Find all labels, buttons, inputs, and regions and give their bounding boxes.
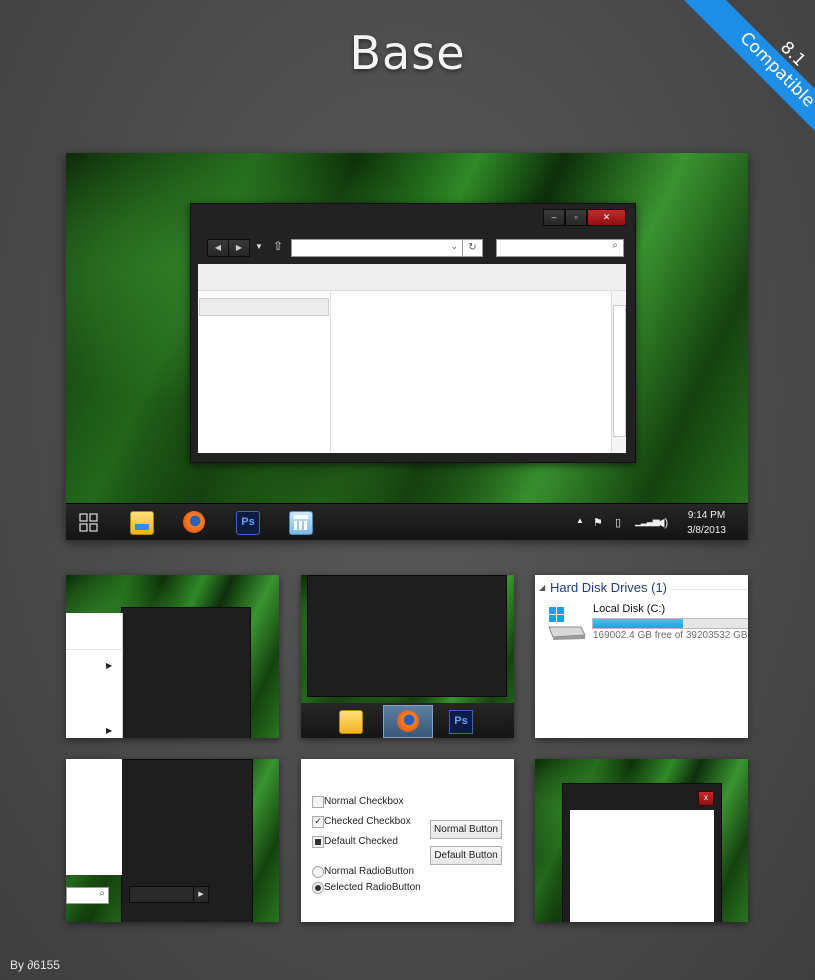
thumb-controls: Normal Checkbox ✓ Checked Checkbox Defau… xyxy=(301,759,514,922)
group-line xyxy=(670,589,748,590)
firefox-icon[interactable] xyxy=(183,511,205,533)
drive-name[interactable]: Local Disk (C:) xyxy=(593,603,665,615)
white-list-pane xyxy=(66,759,122,875)
normal-checkbox-label[interactable]: Normal Checkbox xyxy=(324,796,403,807)
power-icon[interactable]: ▯ xyxy=(615,516,621,529)
normal-radiobutton-label[interactable]: Normal RadioButton xyxy=(324,866,414,877)
search-icon: ⌕ xyxy=(99,888,105,899)
photoshop-icon[interactable]: Ps xyxy=(449,710,473,734)
maximize-button[interactable]: ▫ xyxy=(565,209,587,226)
drive-icon xyxy=(547,605,587,641)
search-box[interactable]: ⌕ xyxy=(66,887,109,904)
firefox-button-hover[interactable] xyxy=(383,705,433,738)
scrollbar-thumb[interactable] xyxy=(613,305,626,437)
normal-button[interactable]: Normal Button xyxy=(430,820,502,839)
up-icon[interactable]: ⇧ xyxy=(273,239,283,253)
explorer-window[interactable]: – ▫ ✕ ◀ ▶ ▼ ⇧ ⌄ ↻ ⌕ xyxy=(190,203,636,463)
default-button[interactable]: Default Button xyxy=(430,846,502,865)
small-window[interactable]: x xyxy=(562,783,722,922)
clock[interactable]: 9:14 PM 3/8/2013 xyxy=(687,508,726,538)
address-dropdown-icon[interactable]: ⌄ xyxy=(450,241,458,252)
normal-checkbox[interactable] xyxy=(312,796,324,808)
folder-icon[interactable] xyxy=(339,710,363,734)
page-title: Base xyxy=(349,26,466,80)
normal-radiobutton[interactable] xyxy=(312,866,324,878)
refresh-button[interactable]: ↻ xyxy=(462,239,483,257)
vertical-scrollbar[interactable] xyxy=(611,291,626,453)
group-title: Hard Disk Drives (1) xyxy=(550,580,668,595)
thumb-hard-disk: ◢ Hard Disk Drives (1) Local Disk (C:) 1… xyxy=(535,575,748,738)
small-window-content xyxy=(570,810,714,922)
folder-icon[interactable] xyxy=(130,511,154,535)
start-icon[interactable] xyxy=(79,513,99,533)
search-input[interactable]: ⌕ xyxy=(496,239,624,257)
arrow-right-icon: ▶ xyxy=(193,887,208,902)
thumb-taskbar-bar: Ps xyxy=(301,703,514,738)
dark-dropdown[interactable]: ▶ xyxy=(129,886,209,903)
action-center-flag-icon[interactable]: ⚑ xyxy=(593,516,603,529)
byline-prefix: By xyxy=(10,958,28,972)
submenu-arrow-icon[interactable]: ▶ xyxy=(106,726,112,735)
submenu-arrow-icon[interactable]: ▶ xyxy=(106,661,112,670)
checked-checkbox[interactable]: ✓ xyxy=(312,816,324,828)
nav-selected-item[interactable] xyxy=(199,298,329,316)
group-collapse-icon[interactable]: ◢ xyxy=(539,583,545,592)
drive-usage-bar xyxy=(592,618,748,629)
photoshop-icon[interactable]: Ps xyxy=(236,511,260,535)
byline-author: 6155 xyxy=(33,958,60,972)
file-list[interactable] xyxy=(331,291,611,453)
calculator-icon[interactable] xyxy=(289,511,313,535)
back-button[interactable]: ◀ xyxy=(207,239,229,257)
search-icon: ⌕ xyxy=(612,240,618,251)
navigation-pane[interactable] xyxy=(198,291,331,453)
desktop-preview: – ▫ ✕ ◀ ▶ ▼ ⇧ ⌄ ↻ ⌕ Ps ▲ ⚑ ▯ ▁▂▃▅ ◀) 9:1… xyxy=(66,153,748,540)
dark-menu-panel xyxy=(121,607,251,738)
checked-checkbox-label[interactable]: Checked Checkbox xyxy=(324,816,411,827)
dark-window xyxy=(307,575,507,697)
context-menu[interactable]: ▶ ▶ xyxy=(66,613,123,738)
ribbon-area xyxy=(198,264,626,291)
selected-radiobutton[interactable] xyxy=(312,882,324,894)
clock-date: 3/8/2013 xyxy=(687,525,726,536)
address-bar[interactable]: ⌄ xyxy=(291,239,463,257)
drive-usage-fill xyxy=(593,619,684,628)
clock-time: 9:14 PM xyxy=(687,510,726,521)
taskbar: Ps ▲ ⚑ ▯ ▁▂▃▅ ◀) 9:14 PM 3/8/2013 xyxy=(66,503,748,540)
recent-dropdown-icon[interactable]: ▼ xyxy=(255,242,263,251)
minimize-button[interactable]: – xyxy=(543,209,565,226)
small-close-button[interactable]: x xyxy=(698,791,714,806)
menu-separator xyxy=(66,649,122,650)
firefox-icon xyxy=(397,710,419,732)
volume-icon[interactable]: ◀) xyxy=(656,516,668,529)
close-button[interactable]: ✕ xyxy=(587,209,626,226)
show-hidden-icons-icon[interactable]: ▲ xyxy=(576,516,584,525)
thumb-small-window: x xyxy=(535,759,748,922)
thumb-taskbar: Ps xyxy=(301,575,514,738)
selected-radiobutton-label[interactable]: Selected RadioButton xyxy=(324,882,421,893)
thumb-search-panel: ⌕ ▶ xyxy=(66,759,279,922)
default-checked-checkbox[interactable] xyxy=(312,836,324,848)
byline: By ∂6155 xyxy=(10,958,60,972)
default-checked-label[interactable]: Default Checked xyxy=(324,836,398,847)
drive-free-text: 169002.4 GB free of 39203532 GB xyxy=(593,630,748,641)
forward-button[interactable]: ▶ xyxy=(228,239,250,257)
thumb-context-menu: ▶ ▶ xyxy=(66,575,279,738)
